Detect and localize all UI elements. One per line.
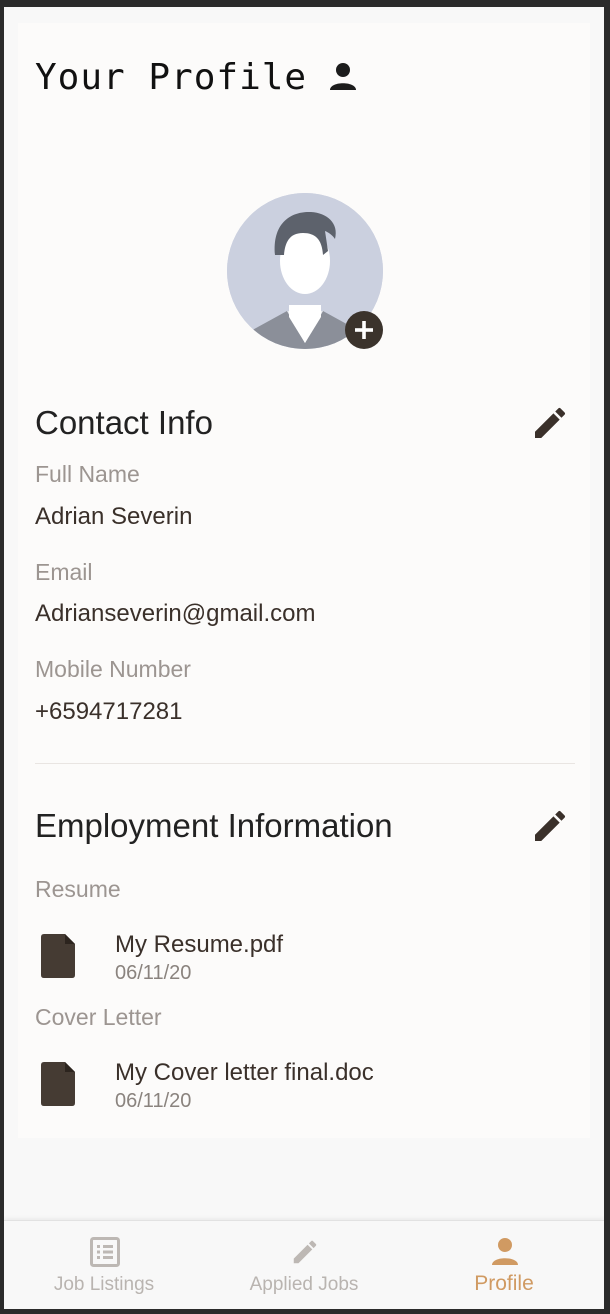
pencil-icon xyxy=(293,1240,317,1264)
nav-label-applied-jobs: Applied Jobs xyxy=(249,1274,359,1295)
mobile-number-value: +6594717281 xyxy=(35,698,183,725)
pencil-icon[interactable] xyxy=(530,806,570,846)
nav-item-job-listings[interactable]: Job Listings xyxy=(4,1221,204,1309)
nav-item-profile[interactable]: Profile xyxy=(404,1221,604,1309)
person-icon xyxy=(330,63,357,90)
page-header: Your Profile xyxy=(35,49,357,105)
resume-file-date: 06/11/20 xyxy=(115,962,192,984)
mobile-number-label: Mobile Number xyxy=(35,656,191,682)
resume-file-name: My Resume.pdf xyxy=(115,931,284,958)
resume-file-item[interactable]: My Resume.pdf 06/11/20 xyxy=(35,931,555,994)
app-screen: Your Profile Contact Info Full Name Adri… xyxy=(4,7,604,1309)
section-divider xyxy=(35,763,575,764)
pencil-icon[interactable] xyxy=(530,403,570,443)
person-icon xyxy=(492,1238,518,1265)
avatar[interactable] xyxy=(227,193,385,351)
document-icon xyxy=(41,1062,75,1106)
cover-letter-file-item[interactable]: My Cover letter final.doc 06/11/20 xyxy=(35,1059,555,1122)
cover-letter-file-name: My Cover letter final.doc xyxy=(115,1059,374,1086)
cover-letter-label: Cover Letter xyxy=(35,1004,162,1030)
list-icon xyxy=(90,1237,120,1267)
email-value: Adrianseverin@gmail.com xyxy=(35,600,316,627)
nav-item-applied-jobs[interactable]: Applied Jobs xyxy=(204,1221,404,1309)
bottom-navigation: Job Listings Applied Jobs Profile xyxy=(4,1220,604,1309)
nav-label-profile: Profile xyxy=(474,1272,534,1295)
nav-label-job-listings: Job Listings xyxy=(53,1274,155,1295)
full-name-value: Adrian Severin xyxy=(35,503,193,530)
email-label: Email xyxy=(35,559,93,585)
document-icon xyxy=(41,934,75,978)
page-title: Your Profile xyxy=(35,56,308,98)
cover-letter-file-date: 06/11/20 xyxy=(115,1090,192,1112)
contact-info-title: Contact Info xyxy=(35,404,213,441)
employment-info-title: Employment Information xyxy=(35,807,393,844)
resume-label: Resume xyxy=(35,876,121,902)
full-name-label: Full Name xyxy=(35,461,140,487)
plus-circle-icon[interactable] xyxy=(345,311,383,349)
